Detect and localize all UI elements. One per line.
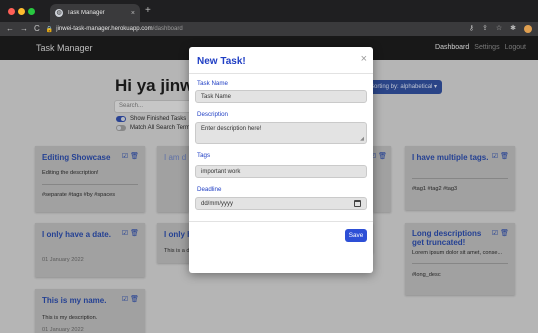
star-icon[interactable]: ☆: [496, 25, 502, 33]
tags-label: Tags: [197, 152, 211, 159]
modal-header-divider: [189, 73, 373, 74]
lock-icon: 🔒: [45, 26, 54, 33]
tags-input[interactable]: important work: [195, 165, 367, 178]
url-host: jinwei-task-manager.herokuapp.com: [56, 26, 153, 32]
extensions-icon[interactable]: ✱: [510, 25, 516, 33]
maximize-window-button[interactable]: [28, 8, 35, 15]
tab-close-icon[interactable]: ×: [131, 10, 135, 17]
browser-actions: ⚷ ⇪ ☆ ✱: [469, 25, 532, 33]
url-field[interactable]: jinwei-task-manager.herokuapp.com/dashbo…: [56, 26, 182, 32]
profile-avatar-icon[interactable]: [524, 25, 532, 33]
resize-handle-icon[interactable]: ◢: [360, 137, 364, 142]
reload-icon[interactable]: C: [34, 25, 40, 33]
globe-icon: ◍: [55, 9, 63, 17]
deadline-label: Deadline: [197, 186, 222, 193]
modal-footer-divider: [189, 221, 373, 222]
calendar-icon[interactable]: [354, 200, 361, 207]
key-icon[interactable]: ⚷: [469, 25, 474, 33]
share-icon[interactable]: ⇪: [482, 25, 488, 33]
deadline-placeholder: dd/mm/yyyy: [201, 201, 234, 207]
task-name-label: Task Name: [197, 80, 228, 87]
back-icon[interactable]: ←: [6, 25, 14, 33]
deadline-input[interactable]: dd/mm/yyyy: [195, 197, 367, 210]
browser-tab[interactable]: ◍ Task Manager ×: [50, 4, 140, 22]
browser-tab-bar: ◍ Task Manager × +: [0, 0, 538, 22]
url-path: /dashboard: [152, 26, 183, 32]
close-icon[interactable]: ×: [361, 54, 367, 65]
page-content: Task Manager Dashboard Settings Logout H…: [0, 36, 538, 333]
modal-title: New Task!: [197, 56, 246, 67]
task-name-input[interactable]: Task Name: [195, 90, 367, 103]
close-window-button[interactable]: [8, 8, 15, 15]
new-tab-button[interactable]: +: [145, 5, 151, 17]
tab-title: Task Manager: [67, 10, 105, 16]
forward-icon[interactable]: →: [20, 25, 28, 33]
save-button[interactable]: Save: [345, 229, 367, 242]
address-bar: ← → C 🔒 jinwei-task-manager.herokuapp.co…: [0, 22, 538, 36]
new-task-modal: New Task! × Task Name Task Name Descript…: [189, 47, 373, 273]
description-textarea[interactable]: Enter description here! ◢: [195, 122, 367, 144]
description-placeholder: Enter description here!: [201, 126, 262, 132]
description-label: Description: [197, 111, 228, 118]
minimize-window-button[interactable]: [18, 8, 25, 15]
